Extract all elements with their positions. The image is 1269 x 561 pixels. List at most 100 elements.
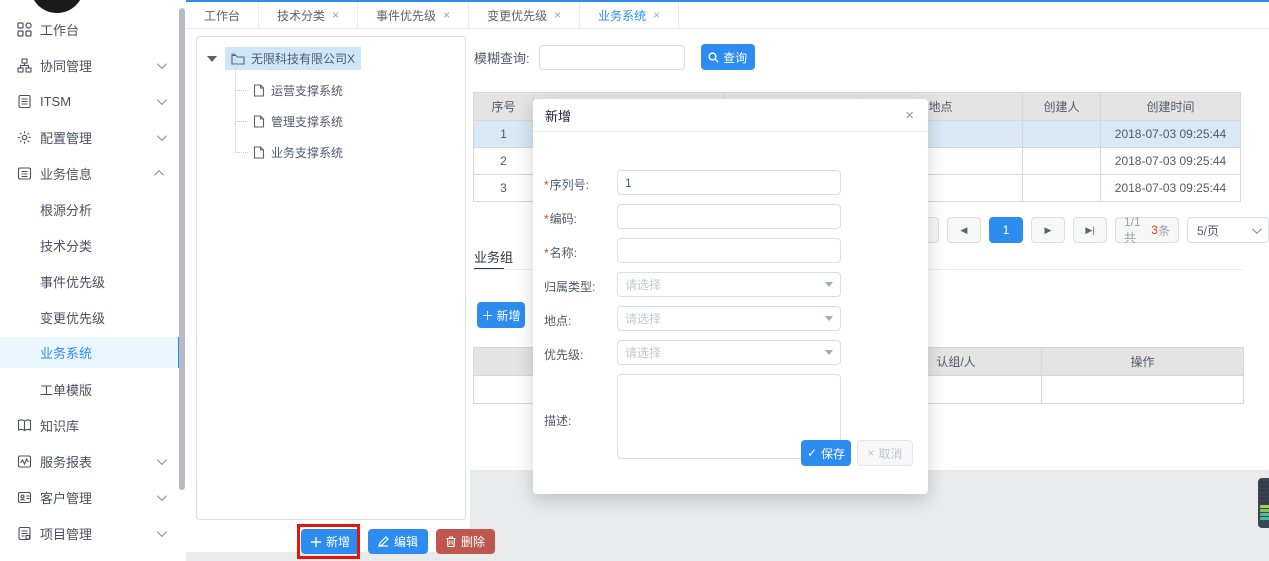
- select-placeholder: 请选择: [625, 276, 661, 293]
- sidebar-item-工作台[interactable]: 工作台: [0, 11, 180, 47]
- tab-label: 变更优先级: [487, 7, 547, 24]
- close-icon: ×: [867, 446, 874, 460]
- sidebar-item-技术分类[interactable]: 技术分类: [0, 227, 180, 263]
- tab-close-icon[interactable]: ×: [653, 8, 660, 22]
- main-area: 工作台 技术分类 × 事件优先级 × 变更优先级 × 业务系统 × 无限科技有限公司X 运营支撑…: [186, 0, 1269, 559]
- trash-icon: [446, 536, 456, 547]
- sidebar-item-配置管理[interactable]: 配置管理: [0, 119, 180, 155]
- dialog-title: 新增: [545, 106, 571, 125]
- gear-icon: [17, 129, 33, 145]
- group-add-button[interactable]: ＋ 新增: [477, 302, 525, 328]
- column-header: 序号: [474, 93, 534, 121]
- sidebar-item-label: 业务信息: [40, 164, 92, 183]
- tab-label: 事件优先级: [376, 7, 436, 24]
- table-cell: 3: [474, 175, 534, 202]
- sidebar-item-变更优先级[interactable]: 变更优先级: [0, 299, 180, 335]
- column-header: 创建人: [1023, 93, 1101, 121]
- sidebar-item-根源分析[interactable]: 根源分析: [0, 191, 180, 227]
- sidebar-item-label: 配置管理: [40, 128, 92, 147]
- tab-label: 业务系统: [598, 7, 646, 24]
- tab-close-icon[interactable]: ×: [554, 8, 561, 22]
- tab-close-icon[interactable]: ×: [332, 8, 339, 22]
- pagination-page-1[interactable]: 1: [989, 217, 1023, 243]
- tree-delete-button[interactable]: 删除: [436, 529, 495, 554]
- page-size-select[interactable]: 5/页: [1187, 217, 1269, 243]
- tree-node-业务支撑系统[interactable]: 业务支撑系统: [235, 137, 343, 168]
- tab-技术分类[interactable]: 技术分类 ×: [259, 2, 358, 28]
- dialog-header: 新增 ×: [533, 99, 928, 132]
- tree-expand-caret-icon[interactable]: [207, 56, 217, 62]
- tab-业务系统[interactable]: 业务系统 ×: [580, 2, 679, 28]
- sidebar-item-ITSM[interactable]: ITSM: [0, 83, 180, 119]
- field-select[interactable]: 请选择: [617, 306, 841, 331]
- cancel-button[interactable]: × 取消: [857, 440, 913, 466]
- tree-node-运营支撑系统[interactable]: 运营支撑系统: [235, 75, 343, 106]
- table-cell: [1023, 175, 1101, 202]
- tab-close-icon[interactable]: ×: [443, 8, 450, 22]
- sidebar-scrollbar[interactable]: [179, 8, 185, 490]
- widget-bar: [1260, 485, 1269, 488]
- pagination-count-number: 3: [1151, 223, 1158, 237]
- tab-business-group[interactable]: 业务组: [474, 247, 513, 266]
- sidebar-item-事件优先级[interactable]: 事件优先级: [0, 263, 180, 299]
- sidebar-item-label: 根源分析: [40, 200, 92, 219]
- field-label: 优先级:: [544, 346, 583, 363]
- sidebar-item-label: 事件优先级: [40, 272, 105, 291]
- project-icon: [17, 525, 33, 541]
- button-label: 新增: [326, 533, 350, 550]
- chevron-down-icon: [157, 131, 167, 141]
- select-placeholder: 请选择: [625, 310, 661, 327]
- pagination-next-button[interactable]: ▶: [1031, 217, 1065, 243]
- save-button[interactable]: ✓ 保存: [801, 440, 851, 466]
- floating-status-widget[interactable]: [1258, 478, 1269, 528]
- sidebar-item-label: ITSM: [40, 94, 71, 109]
- dialog-footer: ✓ 保存 × 取消: [801, 440, 913, 466]
- tab-工作台[interactable]: 工作台: [186, 2, 259, 28]
- tree-node-管理支撑系统[interactable]: 管理支撑系统: [235, 106, 343, 137]
- tree-edit-button[interactable]: 编辑: [368, 529, 428, 554]
- select-caret-icon: [825, 350, 833, 355]
- pagination-prev-button[interactable]: ◀: [947, 217, 981, 243]
- search-input[interactable]: [539, 45, 685, 70]
- pencil-icon: [378, 536, 389, 547]
- button-label: 编辑: [394, 533, 418, 550]
- sidebar-item-项目管理[interactable]: 项目管理: [0, 515, 180, 551]
- sidebar-item-知识库[interactable]: 知识库: [0, 407, 180, 443]
- tab-label: 技术分类: [277, 7, 325, 24]
- close-icon[interactable]: ×: [905, 107, 914, 124]
- sidebar-item-业务信息[interactable]: 业务信息: [0, 155, 180, 191]
- widget-bar: [1260, 493, 1269, 496]
- tab-bar: 工作台 技术分类 × 事件优先级 × 变更优先级 × 业务系统 ×: [186, 2, 1269, 29]
- sidebar-item-工单模版[interactable]: 工单模版: [0, 371, 180, 407]
- sidebar-item-客户管理[interactable]: 客户管理: [0, 479, 180, 515]
- field-input[interactable]: [617, 170, 841, 195]
- sidebar-item-业务系统[interactable]: 业务系统: [0, 337, 180, 368]
- sidebar-item-label: 业务系统: [40, 343, 92, 362]
- table-cell: [1023, 148, 1101, 175]
- column-header: 操作: [1042, 348, 1244, 376]
- field-select[interactable]: 请选择: [617, 272, 841, 297]
- field-input[interactable]: [617, 238, 841, 263]
- search-button[interactable]: 查询: [701, 44, 755, 70]
- sidebar-item-服务报表[interactable]: 服务报表: [0, 443, 180, 479]
- tree-add-button[interactable]: 新增: [301, 529, 360, 554]
- pagination-last-button[interactable]: ▶|: [1073, 217, 1107, 243]
- widget-bar: [1260, 513, 1269, 516]
- tab-变更优先级[interactable]: 变更优先级 ×: [469, 2, 580, 28]
- tree-action-buttons: 新增 编辑 删除: [301, 529, 495, 554]
- tab-事件优先级[interactable]: 事件优先级 ×: [358, 2, 469, 28]
- sidebar-item-label: 工作台: [40, 20, 79, 39]
- required-asterisk: *: [544, 178, 549, 192]
- sidebar-item-协同管理[interactable]: 协同管理: [0, 47, 180, 83]
- tree-root-row[interactable]: 无限科技有限公司X: [207, 47, 361, 70]
- add-dialog: 新增 × *序列号:*编码:*名称:归属类型:请选择地点:请选择优先级:请选择描…: [533, 99, 928, 494]
- field-input[interactable]: [617, 204, 841, 229]
- table-cell: [1042, 376, 1244, 404]
- widget-bar: [1260, 505, 1269, 508]
- plus-icon: ＋: [481, 307, 493, 324]
- field-select[interactable]: 请选择: [617, 340, 841, 365]
- field-label: *序列号:: [544, 176, 589, 193]
- sidebar-item-label: 服务报表: [40, 452, 92, 471]
- widget-bar: [1260, 517, 1269, 520]
- doc-icon: [17, 93, 33, 109]
